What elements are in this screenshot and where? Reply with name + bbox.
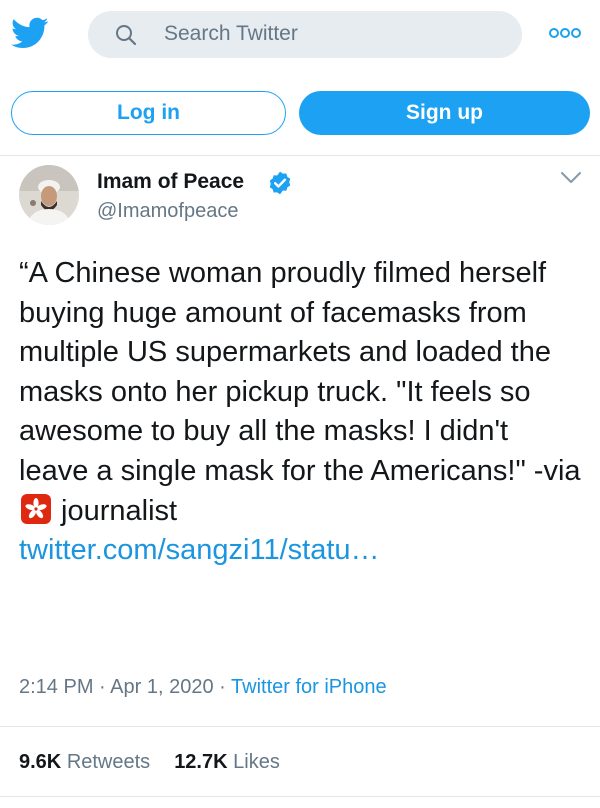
- divider: [0, 796, 600, 797]
- tweet-stats: 9.6K Retweets 12.7K Likes: [19, 751, 280, 774]
- likes-count: 12.7K: [174, 751, 228, 773]
- author-handle[interactable]: @Imamofpeace: [97, 200, 238, 223]
- signup-button[interactable]: Sign up: [299, 91, 590, 135]
- likes-stat[interactable]: 12.7K Likes: [174, 751, 280, 773]
- likes-label: Likes: [233, 751, 280, 773]
- search-icon: [116, 25, 137, 46]
- tweet-source[interactable]: Twitter for iPhone: [231, 676, 387, 698]
- chevron-down-icon[interactable]: [560, 171, 582, 185]
- avatar[interactable]: [19, 165, 79, 225]
- meta-separator: ·: [219, 676, 232, 698]
- top-bar: Search Twitter: [0, 0, 600, 72]
- search-input[interactable]: Search Twitter: [88, 11, 522, 58]
- avatar-image: [19, 165, 79, 225]
- hong-kong-flag-icon: [21, 493, 51, 524]
- tweet-time[interactable]: 2:14 PM: [19, 676, 93, 698]
- retweets-count: 9.6K: [19, 751, 62, 773]
- retweets-stat[interactable]: 9.6K Retweets: [19, 751, 150, 773]
- divider: [0, 726, 600, 727]
- divider: [0, 155, 600, 156]
- login-button[interactable]: Log in: [11, 91, 286, 135]
- tweet-meta: 2:14 PM · Apr 1, 2020 · Twitter for iPho…: [19, 676, 387, 699]
- more-options-icon[interactable]: [549, 26, 581, 40]
- tweet-text-body: “A Chinese woman proudly filmed herself …: [19, 257, 581, 487]
- meta-separator: ·: [99, 676, 111, 698]
- tweet-link[interactable]: twitter.com/sangzi11/statu…: [19, 534, 380, 566]
- author-name[interactable]: Imam of Peace: [97, 170, 244, 194]
- twitter-bird-icon[interactable]: [8, 14, 52, 52]
- search-placeholder: Search Twitter: [164, 22, 298, 45]
- tweet-text: “A Chinese woman proudly filmed herself …: [19, 254, 584, 571]
- tweet-date[interactable]: Apr 1, 2020: [110, 676, 213, 698]
- retweets-label: Retweets: [66, 751, 151, 773]
- tweet-text-tail: journalist: [53, 494, 178, 527]
- verified-badge-icon: [269, 171, 291, 195]
